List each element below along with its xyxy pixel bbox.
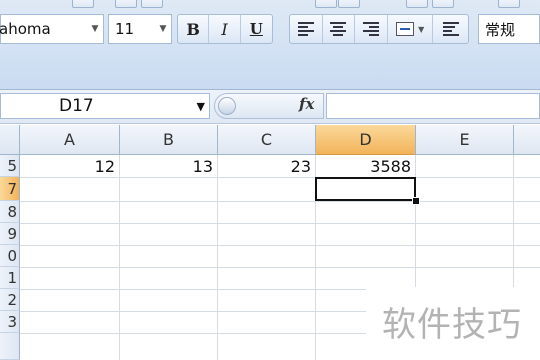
- font-name-value: ahoma: [0, 20, 51, 38]
- name-box[interactable]: D17 ▼: [0, 93, 210, 119]
- column-header-c[interactable]: C: [218, 125, 316, 155]
- grid-line: [20, 245, 540, 246]
- row-header[interactable]: 5: [0, 155, 20, 177]
- align-left-icon: [297, 22, 314, 36]
- number-format-value: 常规: [485, 21, 516, 39]
- merge-cells-icon: [396, 22, 415, 36]
- font-size-select[interactable]: 11 ▼: [108, 14, 172, 44]
- cell-d5[interactable]: 3588: [316, 155, 415, 177]
- row-header[interactable]: [0, 333, 20, 360]
- cell-c5[interactable]: 23: [218, 155, 315, 177]
- quick-access-button[interactable]: [406, 0, 428, 8]
- merge-center-button[interactable]: ▼: [388, 15, 434, 43]
- font-name-select[interactable]: ahoma ▼: [0, 14, 104, 44]
- row-header[interactable]: 9: [0, 223, 20, 245]
- align-center-button[interactable]: [323, 15, 356, 43]
- active-cell-d17[interactable]: [315, 177, 416, 201]
- row-header[interactable]: 0: [0, 245, 20, 267]
- row-header-active[interactable]: 7: [0, 177, 20, 201]
- quick-access-button[interactable]: [141, 0, 163, 8]
- align-right-icon: [363, 22, 380, 36]
- quick-access-button[interactable]: [338, 0, 360, 8]
- underline-button[interactable]: U: [241, 15, 272, 43]
- italic-button[interactable]: I: [209, 15, 241, 43]
- row-header[interactable]: 3: [0, 311, 20, 333]
- font-size-value: 11: [115, 20, 135, 38]
- font-style-group: B I U: [177, 14, 273, 44]
- insert-function-button[interactable]: fx: [299, 95, 314, 113]
- grid-line: [217, 155, 218, 360]
- cell-a5[interactable]: 12: [20, 155, 119, 177]
- grid-line: [119, 155, 120, 360]
- column-header-b[interactable]: B: [120, 125, 218, 155]
- number-format-select[interactable]: 常规: [478, 14, 540, 44]
- grid-line: [20, 177, 540, 178]
- quick-access-button[interactable]: [315, 0, 337, 8]
- chevron-down-icon[interactable]: ▼: [87, 15, 103, 43]
- alignment-group: ▼: [289, 14, 469, 44]
- chevron-down-icon[interactable]: ▼: [155, 15, 171, 43]
- row-header[interactable]: 2: [0, 289, 20, 311]
- quick-access-button[interactable]: [432, 0, 454, 8]
- fill-handle[interactable]: [412, 197, 420, 205]
- cell-b5[interactable]: 13: [120, 155, 217, 177]
- formula-input[interactable]: [326, 93, 540, 119]
- resize-handle-icon[interactable]: [218, 97, 236, 115]
- column-header-a[interactable]: A: [20, 125, 120, 155]
- align-right-button[interactable]: [355, 15, 388, 43]
- grid-line: [20, 223, 540, 224]
- wrap-text-icon: [442, 22, 459, 36]
- quick-access-button[interactable]: [115, 0, 137, 8]
- column-header-e[interactable]: E: [416, 125, 514, 155]
- align-center-icon: [330, 22, 347, 36]
- row-header[interactable]: 8: [0, 201, 20, 223]
- wrap-text-button[interactable]: [433, 15, 468, 43]
- chevron-down-icon[interactable]: ▼: [418, 25, 424, 34]
- formula-bar: D17 ▼ fx: [0, 90, 540, 124]
- ribbon: ahoma ▼ 11 ▼ B I U ▼ 常规: [0, 0, 540, 90]
- column-header-f[interactable]: [514, 125, 540, 155]
- quick-access-button[interactable]: [72, 0, 94, 8]
- column-header-d[interactable]: D: [316, 125, 416, 155]
- row-header[interactable]: 1: [0, 267, 20, 289]
- align-left-button[interactable]: [290, 15, 323, 43]
- watermark-text: 软件技巧: [382, 305, 522, 345]
- quick-access-button[interactable]: [498, 0, 520, 8]
- bold-button[interactable]: B: [178, 15, 210, 43]
- grid-line: [20, 267, 540, 268]
- name-box-value: D17: [59, 96, 94, 116]
- chevron-down-icon[interactable]: ▼: [197, 94, 205, 118]
- grid-line: [20, 201, 540, 202]
- select-all-corner[interactable]: [0, 125, 20, 155]
- formula-controls: fx: [214, 93, 324, 119]
